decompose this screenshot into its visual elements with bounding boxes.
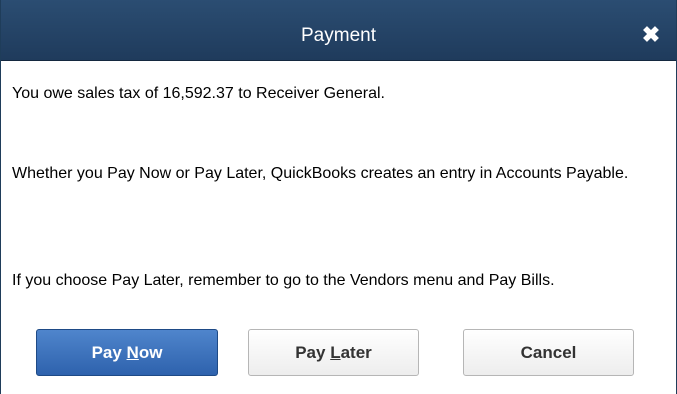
pay-later-reminder-message: If you choose Pay Later, remember to go … [12,272,555,289]
sales-tax-owed-message: You owe sales tax of 16,592.37 to Receiv… [12,85,385,102]
pay-now-accelerator-key: N [126,343,139,362]
pay-now-button[interactable]: Pay Now [36,329,218,376]
pay-later-label-prefix: Pay [295,343,331,362]
pay-later-label-suffix: ater [340,343,372,362]
cancel-button[interactable]: Cancel [463,329,634,376]
cancel-label: Cancel [520,343,577,362]
close-icon[interactable]: ✖ [638,24,664,46]
payment-dialog: Payment ✖ You owe sales tax of 16,592.37… [0,0,677,394]
pay-later-button[interactable]: Pay Later [248,329,419,376]
accounts-payable-message: Whether you Pay Now or Pay Later, QuickB… [12,165,629,182]
pay-now-label-suffix: ow [138,343,163,362]
pay-now-label-prefix: Pay [91,343,127,362]
dialog-title: Payment [301,25,376,46]
title-bar[interactable]: Payment ✖ [1,0,676,61]
pay-later-accelerator-key: L [330,343,341,362]
